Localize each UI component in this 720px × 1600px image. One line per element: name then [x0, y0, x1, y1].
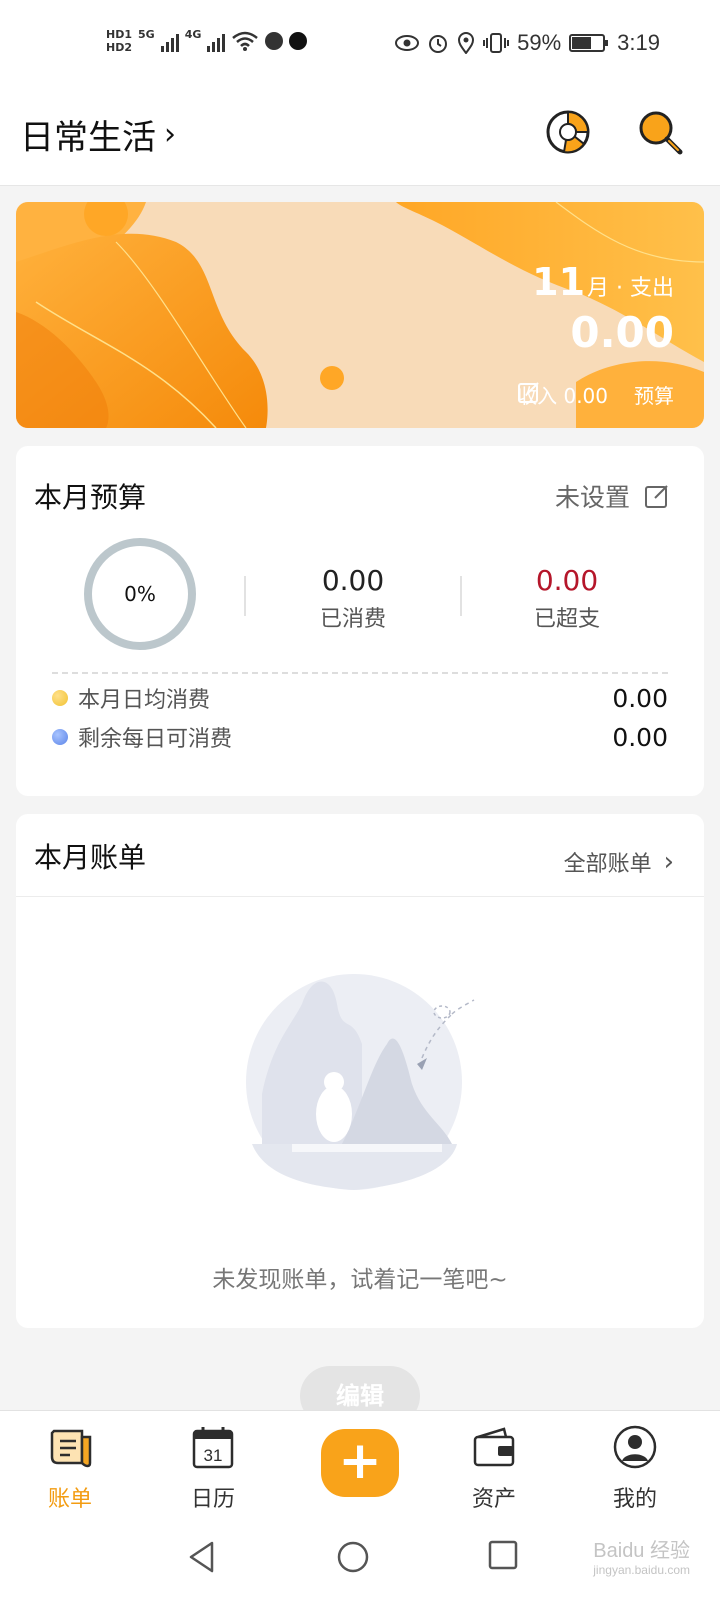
chevron-right-icon: ›	[164, 117, 176, 152]
bills-card-title: 本月账单	[34, 841, 147, 874]
watermark-logo: Baidu 经验	[593, 1540, 690, 1562]
budget-link[interactable]: 预算	[518, 380, 674, 409]
watermark: Baidu 经验 jingyan.baidu.com	[593, 1534, 690, 1577]
search-icon[interactable]	[632, 104, 688, 160]
budget-link-label: 预算	[634, 384, 674, 408]
vibrate-icon	[483, 33, 510, 53]
watermark-url: jingyan.baidu.com	[593, 1563, 690, 1577]
app-notification-icon-2	[289, 32, 308, 50]
dashed-divider	[52, 672, 668, 674]
battery-icon	[569, 34, 609, 52]
app-notification-icon	[265, 32, 284, 50]
divider	[16, 896, 704, 897]
page-title: 日常生活	[20, 118, 156, 158]
spent-stat: 0.00 已消费	[278, 564, 428, 633]
over-budget-stat: 0.00 已超支	[492, 564, 642, 633]
plus-icon: +	[338, 1431, 382, 1491]
budget-percent: 0%	[124, 582, 156, 606]
clock-time: 3:19	[617, 30, 660, 55]
hd-voice-indicator: HD1 HD2	[106, 28, 132, 54]
tab-calendar-label: 日历	[190, 1487, 235, 1512]
monthly-bills-card: 本月账单 全部账单 › 未发现账单，试着记一笔吧~	[16, 814, 704, 1328]
divider	[460, 576, 462, 616]
bottom-tab-bar: 账单 31 日历 + 资产 我的	[0, 1410, 720, 1520]
edit-icon	[645, 485, 668, 508]
monthly-budget-card: 本月预算 未设置 0% 0.00 已消费 0.00 已超支 本月日均消费 0.0…	[16, 446, 704, 796]
home-icon[interactable]	[336, 1540, 370, 1574]
remaining-daily-label: 剩余每日可消费	[78, 727, 233, 752]
alarm-icon	[429, 35, 448, 53]
recents-icon[interactable]	[488, 1540, 518, 1570]
spent-value: 0.00	[321, 564, 385, 597]
spent-label: 已消费	[319, 607, 386, 632]
all-bills-label: 全部账单	[563, 852, 652, 877]
budget-setup-button[interactable]: 未设置	[555, 478, 670, 514]
yellow-dot-icon	[52, 690, 68, 706]
daily-average-value: 0.00	[612, 683, 668, 713]
signal-icon	[160, 30, 179, 52]
eye-icon	[395, 35, 420, 51]
edit-icon	[518, 382, 539, 403]
tab-bills[interactable]: 账单	[25, 1423, 115, 1513]
wifi-icon	[232, 31, 259, 51]
tab-assets[interactable]: 资产	[449, 1423, 539, 1513]
app-header: 日常生活 ›	[0, 90, 720, 186]
monthly-expense-amount: 0.00	[570, 308, 674, 357]
wallet-icon	[473, 1427, 515, 1467]
network-4g-label: 4G	[184, 28, 202, 41]
add-record-button[interactable]: +	[321, 1429, 399, 1497]
pie-chart-icon[interactable]	[540, 104, 596, 160]
empty-state-illustration	[246, 974, 475, 1190]
battery-percent: 59%	[517, 30, 562, 55]
tab-profile-label: 我的	[612, 1487, 657, 1512]
daily-average-label: 本月日均消费	[78, 688, 211, 713]
signal-icon-2	[207, 30, 226, 52]
tab-profile[interactable]: 我的	[590, 1423, 680, 1513]
monthly-summary-banner: 11 月 · 支出 0.00 收入 0.00 预算	[16, 202, 704, 428]
budget-progress-ring: 0%	[84, 538, 196, 650]
back-icon[interactable]	[186, 1540, 218, 1574]
book-selector[interactable]: 日常生活 ›	[20, 110, 176, 159]
banner-month: 11 月 · 支出	[532, 260, 674, 304]
daily-average-row: 本月日均消费 0.00	[52, 682, 668, 714]
empty-state-text: 未发现账单，试着记一笔吧~	[212, 1267, 508, 1293]
system-nav-bar: Baidu 经验 jingyan.baidu.com	[0, 1520, 720, 1600]
budget-status-label: 未设置	[554, 483, 630, 512]
bill-icon	[50, 1429, 92, 1468]
calendar-icon: 31	[192, 1427, 234, 1469]
tab-assets-label: 资产	[471, 1487, 516, 1512]
divider	[244, 576, 246, 616]
over-budget-value: 0.00	[535, 564, 599, 597]
chevron-right-icon: ›	[663, 847, 674, 877]
network-5g-label: 5G	[138, 28, 155, 41]
tab-bills-label: 账单	[47, 1487, 92, 1512]
tab-calendar[interactable]: 31 日历	[168, 1423, 258, 1513]
profile-icon	[613, 1425, 657, 1469]
location-icon	[458, 32, 475, 54]
status-bar: HD1 HD2 5G 4G 59% 3:19	[0, 0, 720, 90]
remaining-daily-row: 剩余每日可消费 0.00	[52, 721, 668, 753]
calendar-day: 31	[204, 1446, 223, 1465]
all-bills-link[interactable]: 全部账单 ›	[564, 846, 674, 878]
budget-card-title: 本月预算	[34, 481, 147, 514]
over-budget-label: 已超支	[533, 607, 600, 632]
remaining-daily-value: 0.00	[612, 722, 668, 752]
blue-dot-icon	[52, 729, 68, 745]
